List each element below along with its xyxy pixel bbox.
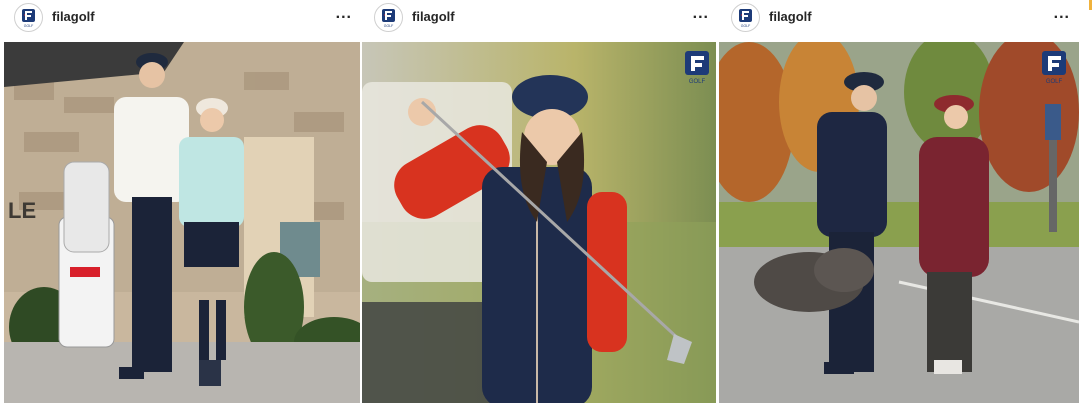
post-photo[interactable]: GOLF bbox=[362, 42, 716, 403]
fila-golf-brand-mark: GOLF bbox=[1042, 51, 1066, 85]
profile-avatar[interactable]: GOLF bbox=[374, 3, 403, 32]
post-photo[interactable]: LE bbox=[4, 42, 360, 403]
profile-avatar[interactable]: GOLF bbox=[14, 3, 43, 32]
username-link[interactable]: filagolf bbox=[412, 9, 455, 24]
fila-golf-logo-icon: GOLF bbox=[739, 9, 752, 28]
fila-golf-brand-mark: GOLF bbox=[685, 51, 709, 85]
post-header: GOLF filagolf ... bbox=[360, 0, 717, 38]
feed-post-3: GOLF filagolf ... GOLF bbox=[717, 0, 1092, 403]
username-link[interactable]: filagolf bbox=[769, 9, 812, 24]
post-header: GOLF filagolf ... bbox=[717, 0, 1092, 38]
more-options-icon[interactable]: ... bbox=[693, 5, 709, 23]
logo-caption: GOLF bbox=[741, 24, 751, 28]
logo-caption: GOLF bbox=[384, 24, 394, 28]
fila-golf-logo-icon: GOLF bbox=[22, 9, 35, 28]
post-header: GOLF filagolf ... bbox=[0, 0, 360, 38]
post-photo[interactable]: GOLF bbox=[719, 42, 1079, 403]
feed-post-2: GOLF filagolf ... GOLF bbox=[360, 0, 717, 403]
username-link[interactable]: filagolf bbox=[52, 9, 95, 24]
more-options-icon[interactable]: ... bbox=[336, 5, 352, 23]
wall-sign-text: LE bbox=[8, 198, 36, 223]
profile-avatar[interactable]: GOLF bbox=[731, 3, 760, 32]
more-options-icon[interactable]: ... bbox=[1054, 5, 1070, 23]
brand-mark-caption: GOLF bbox=[1046, 79, 1063, 85]
logo-caption: GOLF bbox=[24, 24, 34, 28]
feed-post-1: GOLF filagolf ... LE bbox=[0, 0, 360, 403]
fila-golf-logo-icon: GOLF bbox=[382, 9, 395, 28]
brand-mark-caption: GOLF bbox=[689, 79, 706, 85]
